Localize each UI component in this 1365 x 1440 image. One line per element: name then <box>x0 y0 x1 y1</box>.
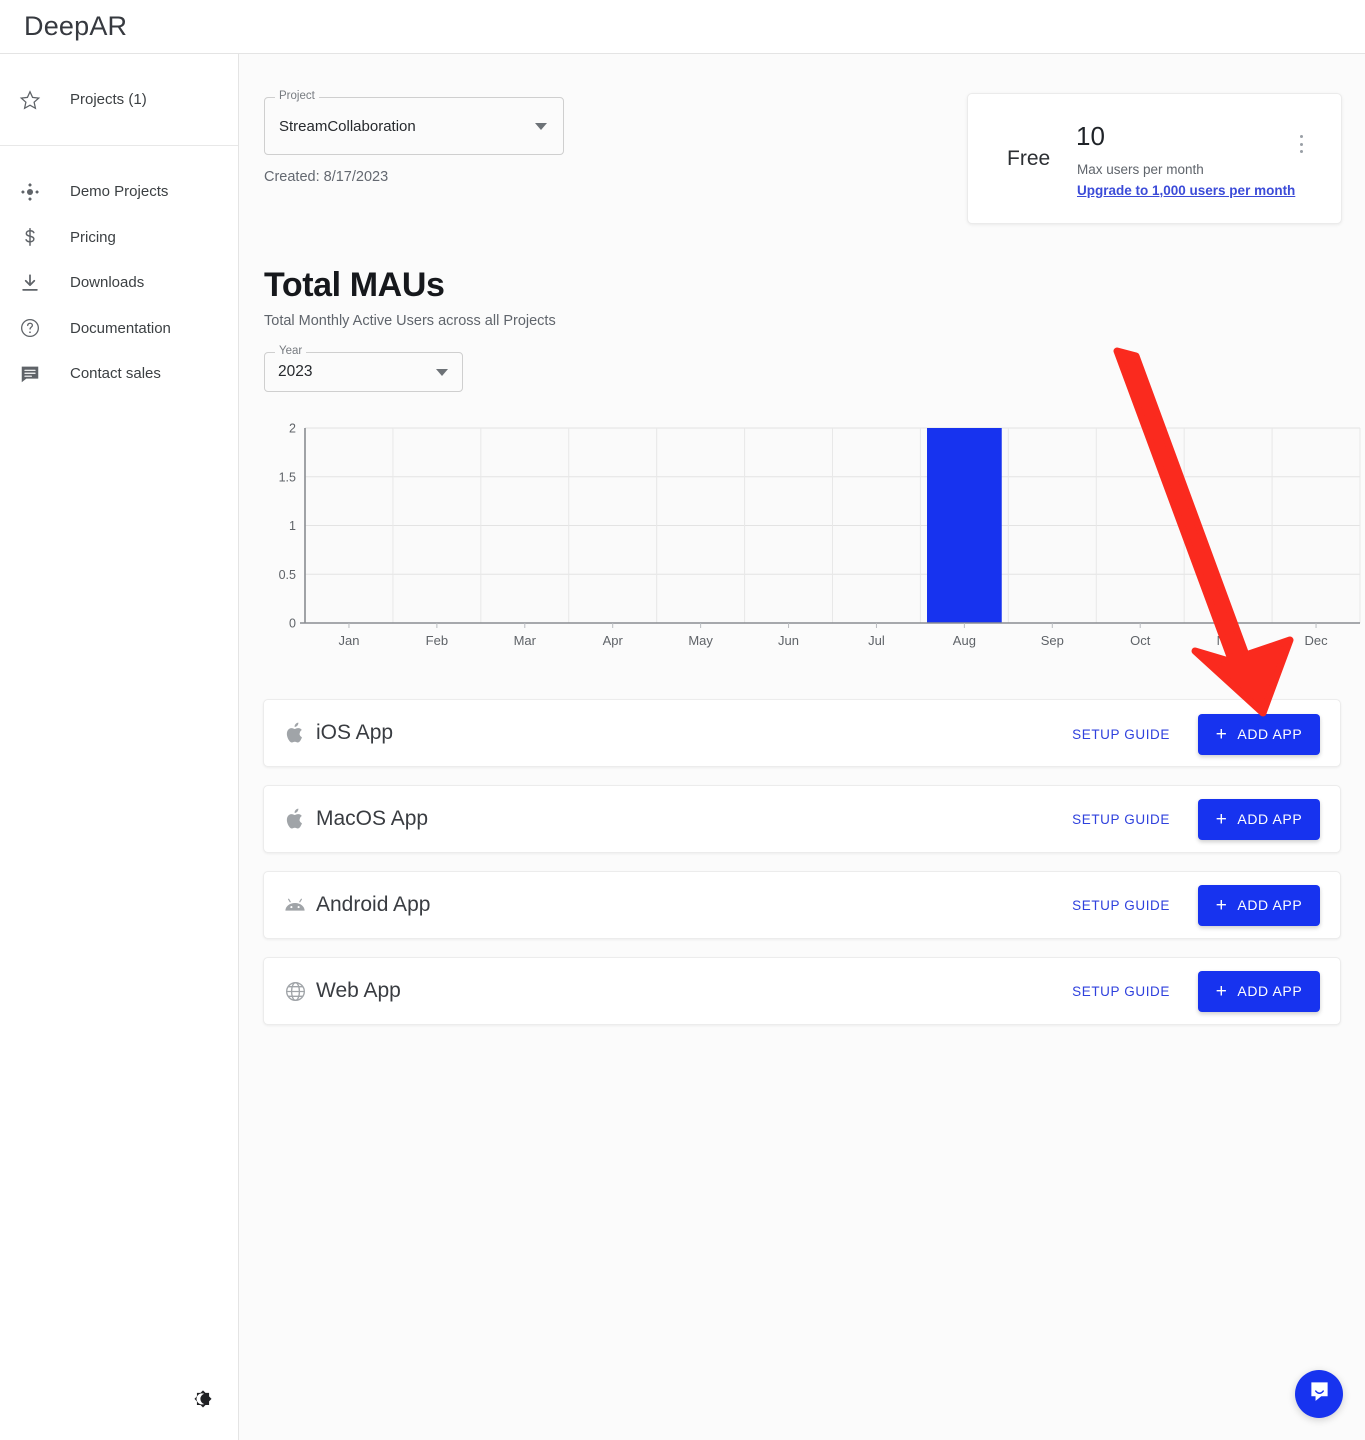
add-app-button-web[interactable]: + ADD APP <box>1198 971 1320 1012</box>
download-icon <box>16 269 44 297</box>
app-row-actions: SETUP GUIDE + ADD APP <box>1072 971 1320 1012</box>
plus-icon: + <box>1216 810 1228 829</box>
sidebar-item-label: Documentation <box>70 320 171 337</box>
plan-name: Free <box>1007 147 1050 171</box>
app-row-web: Web App SETUP GUIDE + ADD APP <box>263 957 1341 1025</box>
page-title: Total MAUs <box>264 266 444 305</box>
chat-bubble-icon <box>1307 1379 1332 1409</box>
chat-icon <box>16 360 44 388</box>
app-list: iOS App SETUP GUIDE + ADD APP MacOS A <box>263 699 1341 1043</box>
app-row-actions: SETUP GUIDE + ADD APP <box>1072 799 1320 840</box>
sidebar-item-projects-label: Projects (1) <box>70 91 147 108</box>
svg-text:1: 1 <box>289 519 296 533</box>
app-name: Android App <box>316 893 430 917</box>
svg-text:Aug: Aug <box>953 633 976 648</box>
svg-text:Oct: Oct <box>1130 633 1151 648</box>
app-name: iOS App <box>316 721 393 745</box>
svg-text:Jun: Jun <box>778 633 799 648</box>
upgrade-link[interactable]: Upgrade to 1,000 users per month <box>1077 183 1295 198</box>
brand-logo[interactable]: DeepAR <box>24 11 127 42</box>
sidebar-item-label: Downloads <box>70 274 144 291</box>
bar-Aug <box>927 428 1002 623</box>
svg-text:Mar: Mar <box>514 633 537 648</box>
svg-text:0: 0 <box>289 617 296 631</box>
svg-text:2: 2 <box>289 422 296 436</box>
svg-text:Feb: Feb <box>426 633 448 648</box>
svg-text:1.5: 1.5 <box>279 470 296 484</box>
plus-icon: + <box>1216 725 1228 744</box>
year-select-value: 2023 <box>278 363 312 381</box>
add-app-button-macos[interactable]: + ADD APP <box>1198 799 1320 840</box>
apple-icon <box>282 806 308 832</box>
app-name: Web App <box>316 979 401 1003</box>
add-app-button-ios[interactable]: + ADD APP <box>1198 714 1320 755</box>
svg-text:Jan: Jan <box>338 633 359 648</box>
sidebar-item-pricing[interactable]: Pricing <box>0 215 238 261</box>
demo-projects-icon <box>16 178 44 206</box>
setup-guide-link-web[interactable]: SETUP GUIDE <box>1072 984 1170 999</box>
add-app-button-label: ADD APP <box>1237 811 1302 827</box>
plan-max-users-count: 10 <box>1076 121 1105 152</box>
app-row-actions: SETUP GUIDE + ADD APP <box>1072 885 1320 926</box>
sidebar-item-downloads[interactable]: Downloads <box>0 260 238 306</box>
setup-guide-link-android[interactable]: SETUP GUIDE <box>1072 898 1170 913</box>
svg-text:Dec: Dec <box>1304 633 1328 648</box>
project-select-value: StreamCollaboration <box>279 118 416 135</box>
year-select[interactable]: Year 2023 <box>264 352 463 392</box>
add-app-button-android[interactable]: + ADD APP <box>1198 885 1320 926</box>
svg-text:Nov: Nov <box>1217 633 1241 648</box>
app-row-actions: SETUP GUIDE + ADD APP <box>1072 714 1320 755</box>
svg-text:Sep: Sep <box>1041 633 1064 648</box>
help-circle-icon <box>16 314 44 342</box>
app-row-ios: iOS App SETUP GUIDE + ADD APP <box>263 699 1341 767</box>
star-icon <box>16 86 44 114</box>
setup-guide-link-macos[interactable]: SETUP GUIDE <box>1072 812 1170 827</box>
chevron-down-icon <box>535 123 547 130</box>
add-app-button-label: ADD APP <box>1237 897 1302 913</box>
mau-bar-chart-svg: 0 0.5 1 1.5 2 Jan Feb Mar Apr May Jun Jul Aug Sep Oct N… <box>264 414 1365 654</box>
year-select-label: Year <box>275 345 306 357</box>
top-bar: DeepAR <box>0 0 1365 54</box>
svg-text:0.5: 0.5 <box>279 568 296 582</box>
theme-toggle-button[interactable] <box>186 1384 220 1418</box>
app-root: DeepAR S Projects (1) Demo Projects <box>0 0 1365 1440</box>
main-content: Project StreamCollaboration Created: 8/1… <box>239 54 1365 1440</box>
sidebar-item-documentation[interactable]: Documentation <box>0 306 238 352</box>
sidebar-item-label: Demo Projects <box>70 183 168 200</box>
intercom-launcher-button[interactable] <box>1295 1370 1343 1418</box>
mau-bar-chart: 0 0.5 1 1.5 2 Jan Feb Mar Apr May Jun Jul Aug Sep Oct N… <box>264 414 1365 654</box>
globe-icon <box>282 978 308 1004</box>
app-row-macos: MacOS App SETUP GUIDE + ADD APP <box>263 785 1341 853</box>
sidebar-item-contact-sales[interactable]: Contact sales <box>0 351 238 397</box>
project-created-date: Created: 8/17/2023 <box>264 169 388 185</box>
page-subtitle: Total Monthly Active Users across all Pr… <box>264 313 556 329</box>
sidebar-item-label: Contact sales <box>70 365 161 382</box>
add-app-button-label: ADD APP <box>1237 726 1302 742</box>
plus-icon: + <box>1216 896 1228 915</box>
svg-text:Apr: Apr <box>603 633 624 648</box>
svg-text:Jul: Jul <box>868 633 885 648</box>
setup-guide-link-ios[interactable]: SETUP GUIDE <box>1072 727 1170 742</box>
dollar-icon <box>16 223 44 251</box>
plan-subtitle: Max users per month <box>1077 162 1204 177</box>
apple-icon <box>282 720 308 746</box>
brightness-dark-icon <box>190 1386 216 1417</box>
project-select[interactable]: Project StreamCollaboration <box>264 97 564 155</box>
sidebar: Projects (1) Demo Projects <box>0 54 239 1440</box>
sidebar-item-projects[interactable]: Projects (1) <box>0 54 238 146</box>
sidebar-item-demo-projects[interactable]: Demo Projects <box>0 169 238 215</box>
chevron-down-icon <box>436 369 448 376</box>
app-row-android: Android App SETUP GUIDE + ADD APP <box>263 871 1341 939</box>
add-app-button-label: ADD APP <box>1237 983 1302 999</box>
kebab-menu-icon[interactable] <box>1291 132 1311 156</box>
plan-card: Free 10 Max users per month Upgrade to 1… <box>967 93 1342 224</box>
app-name: MacOS App <box>316 807 428 831</box>
sidebar-menu: Demo Projects Pricing <box>0 146 238 397</box>
svg-text:May: May <box>688 633 713 648</box>
android-icon <box>282 892 308 918</box>
plus-icon: + <box>1216 982 1228 1001</box>
sidebar-item-label: Pricing <box>70 229 116 246</box>
project-select-label: Project <box>275 90 319 102</box>
